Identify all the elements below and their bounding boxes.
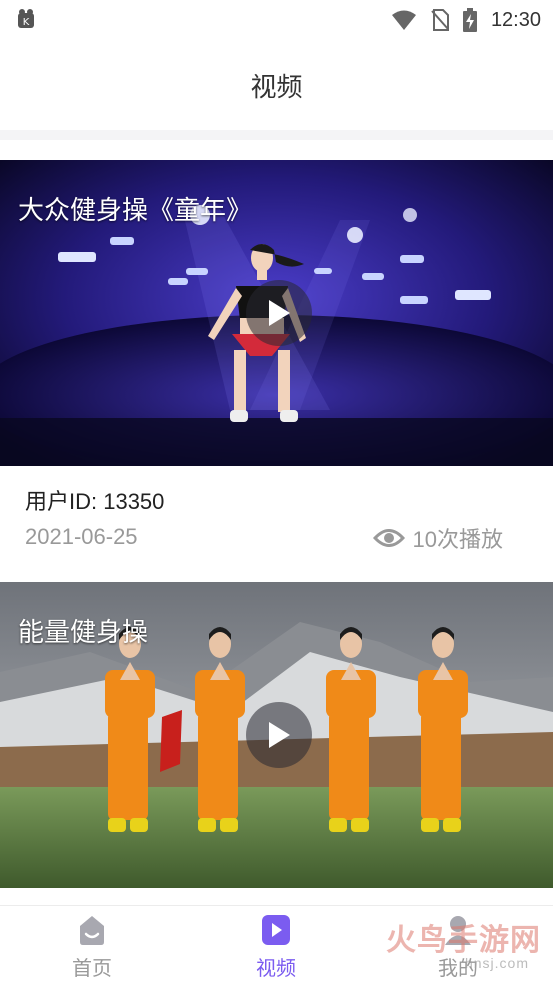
battery-charging-icon bbox=[462, 8, 477, 32]
app-notification-icon: K bbox=[18, 9, 34, 28]
tab-video[interactable]: 视频 bbox=[216, 914, 336, 981]
video-feed[interactable]: 大众健身操《童年》 用户ID: 13350 2021-06-25 10次播放 能… bbox=[0, 140, 553, 905]
video-card[interactable]: 能量健身操 bbox=[0, 582, 553, 892]
no-sim-icon bbox=[431, 9, 449, 31]
watermark-text: 火鸟手游网 bbox=[386, 924, 541, 957]
view-count: 10次播放 bbox=[372, 522, 503, 554]
page-title: 视频 bbox=[250, 71, 303, 102]
header-divider bbox=[0, 130, 553, 140]
upload-date: 2021-06-25 bbox=[25, 524, 138, 549]
tab-home-label: 首页 bbox=[72, 958, 112, 980]
home-icon bbox=[80, 916, 104, 945]
site-watermark: 火鸟手游网 hnsj.com bbox=[386, 915, 541, 971]
video-title: 能量健身操 bbox=[18, 617, 149, 647]
uploader-id: 用户ID: 13350 bbox=[25, 489, 165, 514]
play-icon bbox=[269, 300, 290, 326]
video-play-icon bbox=[262, 915, 290, 945]
wifi-icon bbox=[391, 10, 416, 30]
page-header: 视频 bbox=[0, 40, 553, 130]
tab-home[interactable]: 首页 bbox=[32, 914, 152, 981]
video-card[interactable]: 大众健身操《童年》 用户ID: 13350 2021-06-25 10次播放 bbox=[0, 160, 553, 582]
watermark-domain: hnsj.com bbox=[464, 955, 529, 971]
play-icon bbox=[269, 722, 290, 748]
eye-icon bbox=[372, 529, 405, 547]
play-button[interactable] bbox=[246, 702, 312, 768]
video-meta: 用户ID: 13350 2021-06-25 10次播放 bbox=[0, 466, 553, 582]
status-bar: K 12:30 bbox=[0, 0, 553, 40]
view-count-label: 10次播放 bbox=[412, 527, 503, 552]
video-thumbnail[interactable]: 能量健身操 bbox=[0, 582, 553, 888]
video-title: 大众健身操《童年》 bbox=[18, 195, 253, 225]
tab-video-label: 视频 bbox=[256, 958, 296, 980]
video-thumbnail[interactable]: 大众健身操《童年》 bbox=[0, 160, 553, 466]
clock: 12:30 bbox=[490, 8, 541, 31]
svg-text:K: K bbox=[23, 17, 30, 28]
play-button[interactable] bbox=[246, 280, 312, 346]
